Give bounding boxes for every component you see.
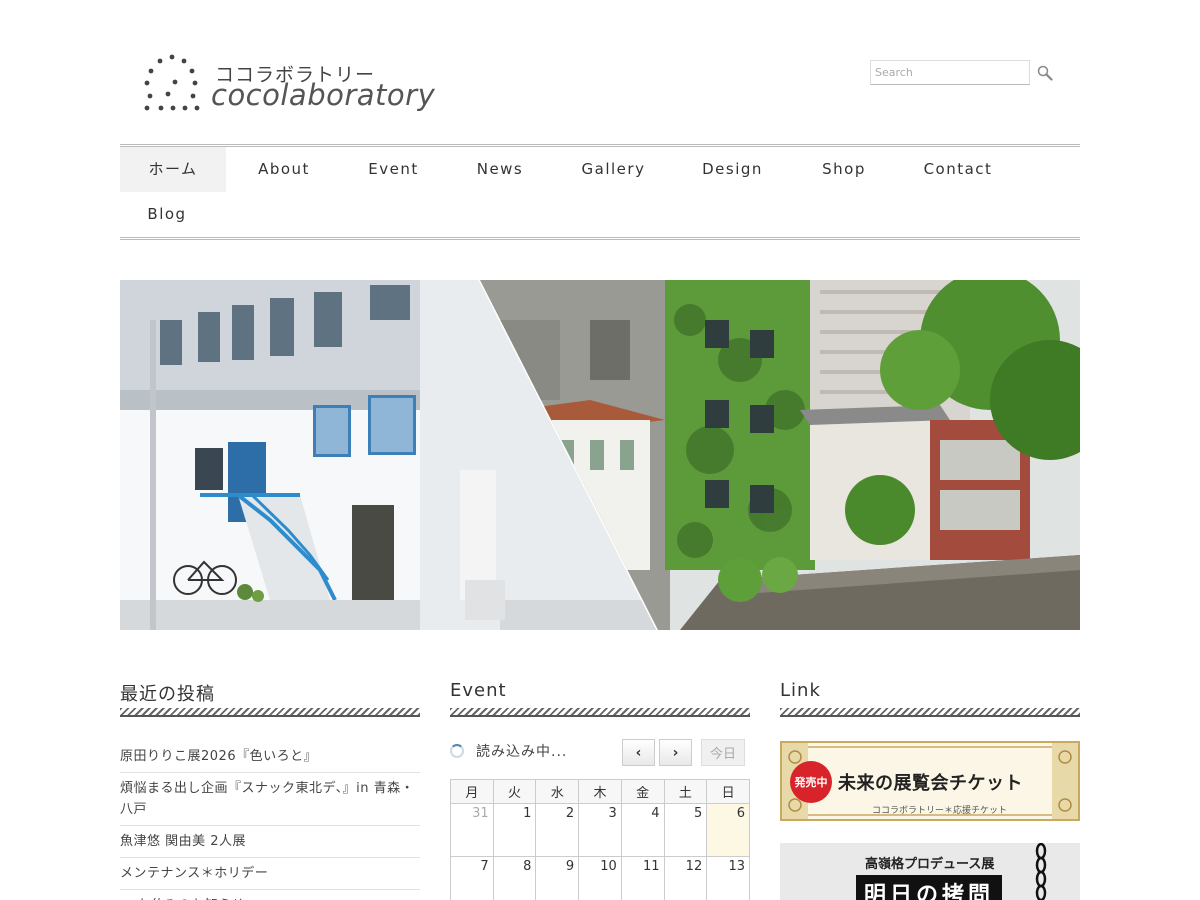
search-button[interactable] — [1034, 62, 1056, 84]
calendar-toolbar: 読み込み中... ‹ › 今日 — [450, 739, 750, 771]
title-divider — [120, 708, 420, 717]
calendar-day[interactable]: 10 — [578, 856, 622, 900]
site-logo[interactable]: ココラボラトリー cocolaboratory — [143, 52, 443, 117]
exhibition-banner[interactable]: 高嶺格プロデュース展 明日の拷問 — [780, 843, 1080, 900]
recent-post-link[interactable]: 煩悩まる出し企画『スナック東北デ、』in 青森・八戸 — [120, 773, 420, 826]
calendar-week-row: 31 1 2 3 4 5 6 — [450, 803, 750, 857]
title-divider — [450, 708, 750, 717]
nav-item-blog[interactable]: Blog — [120, 192, 214, 237]
recent-post-link[interactable]: ■ お休みのお知らせ ■ — [120, 890, 420, 900]
search-icon — [1037, 65, 1053, 81]
recent-post-link[interactable]: 原田りりこ展2026『色いろと』 — [120, 741, 420, 773]
event-widget: Event 読み込み中... ‹ › 今日 月 火 水 木 金 土 日 31 1… — [450, 680, 750, 900]
logo-wordmark: cocolaboratory — [211, 78, 436, 112]
calendar-grid: 月 火 水 木 金 土 日 31 1 2 3 4 5 6 7 8 9 10 11… — [450, 779, 750, 900]
weekday-thu: 木 — [578, 779, 622, 804]
hero-image — [120, 280, 1080, 630]
ticket-banner-title: 未来の展覧会チケット — [838, 773, 1023, 794]
calendar-week-row: 7 8 9 10 11 12 13 — [450, 856, 750, 900]
search-input[interactable] — [870, 60, 1030, 85]
calendar-day[interactable]: 5 — [663, 803, 708, 857]
calendar-day[interactable]: 4 — [620, 803, 665, 857]
calendar-day[interactable]: 9 — [535, 856, 580, 900]
weekday-sun: 日 — [706, 779, 750, 804]
calendar-day[interactable]: 3 — [578, 803, 622, 857]
link-widget: Link 発売中 未来の展覧会チケット ココラボラトリー＊応援チケット 高嶺格プ… — [780, 680, 1080, 900]
nav-row-1: ホーム About Event News Gallery Design Shop… — [120, 147, 1080, 192]
calendar-day[interactable]: 8 — [492, 856, 537, 900]
main-nav: ホーム About Event News Gallery Design Shop… — [120, 144, 1080, 240]
exhibition-banner-subtitle: 高嶺格プロデュース展 — [865, 857, 995, 872]
nav-item-about[interactable]: About — [226, 147, 342, 192]
chevron-right-icon: › — [672, 744, 679, 761]
weekday-sat: 土 — [663, 779, 708, 804]
title-divider — [780, 708, 1080, 717]
recent-posts-title: 最近の投稿 — [120, 684, 215, 705]
calendar-day-today[interactable]: 6 — [706, 803, 750, 857]
loading-spinner-icon — [450, 744, 464, 758]
ticket-banner[interactable]: 発売中 未来の展覧会チケット ココラボラトリー＊応援チケット — [780, 741, 1080, 821]
calendar-day[interactable]: 2 — [535, 803, 580, 857]
nav-item-gallery[interactable]: Gallery — [555, 147, 672, 192]
hero-buildings-illustration — [120, 280, 1080, 630]
nav-item-event[interactable]: Event — [342, 147, 445, 192]
nav-item-contact[interactable]: Contact — [895, 147, 1021, 192]
calendar-day[interactable]: 12 — [663, 856, 708, 900]
on-sale-badge: 発売中 — [790, 761, 832, 803]
loading-text: 読み込み中... — [476, 744, 568, 760]
calendar-day[interactable]: 11 — [620, 856, 665, 900]
weekday-tue: 火 — [492, 779, 537, 804]
chevron-left-icon: ‹ — [635, 744, 642, 761]
calendar-day[interactable]: 7 — [450, 856, 494, 900]
recent-posts-list: 原田りりこ展2026『色いろと』 煩悩まる出し企画『スナック東北デ、』in 青森… — [120, 741, 420, 900]
calendar-day[interactable]: 13 — [706, 856, 750, 900]
nav-item-design[interactable]: Design — [672, 147, 793, 192]
nav-row-2: Blog — [120, 192, 1080, 237]
calendar-day[interactable]: 1 — [492, 803, 537, 857]
exhibition-banner-title: 明日の拷問 — [856, 875, 1003, 900]
event-title: Event — [450, 680, 507, 701]
calendar-today-button[interactable]: 今日 — [701, 739, 745, 766]
ticket-banner-subtitle: ココラボラトリー＊応援チケット — [872, 806, 1008, 816]
calendar-next-button[interactable]: › — [659, 739, 692, 766]
recent-posts-widget: 最近の投稿 原田りりこ展2026『色いろと』 煩悩まる出し企画『スナック東北デ、… — [120, 680, 420, 900]
calendar-prev-button[interactable]: ‹ — [622, 739, 655, 766]
weekday-wed: 水 — [535, 779, 580, 804]
link-title: Link — [780, 680, 821, 701]
chain-icon — [1035, 843, 1047, 900]
nav-item-news[interactable]: News — [445, 147, 555, 192]
weekday-mon: 月 — [450, 779, 494, 804]
calendar-weekday-row: 月 火 水 木 金 土 日 — [450, 779, 750, 804]
search-form — [870, 60, 1056, 85]
nav-item-shop[interactable]: Shop — [793, 147, 895, 192]
calendar-day[interactable]: 31 — [450, 803, 494, 857]
nav-item-home[interactable]: ホーム — [120, 147, 226, 192]
recent-post-link[interactable]: 魚津悠 関由美 2人展 — [120, 826, 420, 858]
recent-post-link[interactable]: メンテナンス＊ホリデー — [120, 858, 420, 890]
weekday-fri: 金 — [620, 779, 665, 804]
logo-dots-icon — [144, 54, 200, 111]
